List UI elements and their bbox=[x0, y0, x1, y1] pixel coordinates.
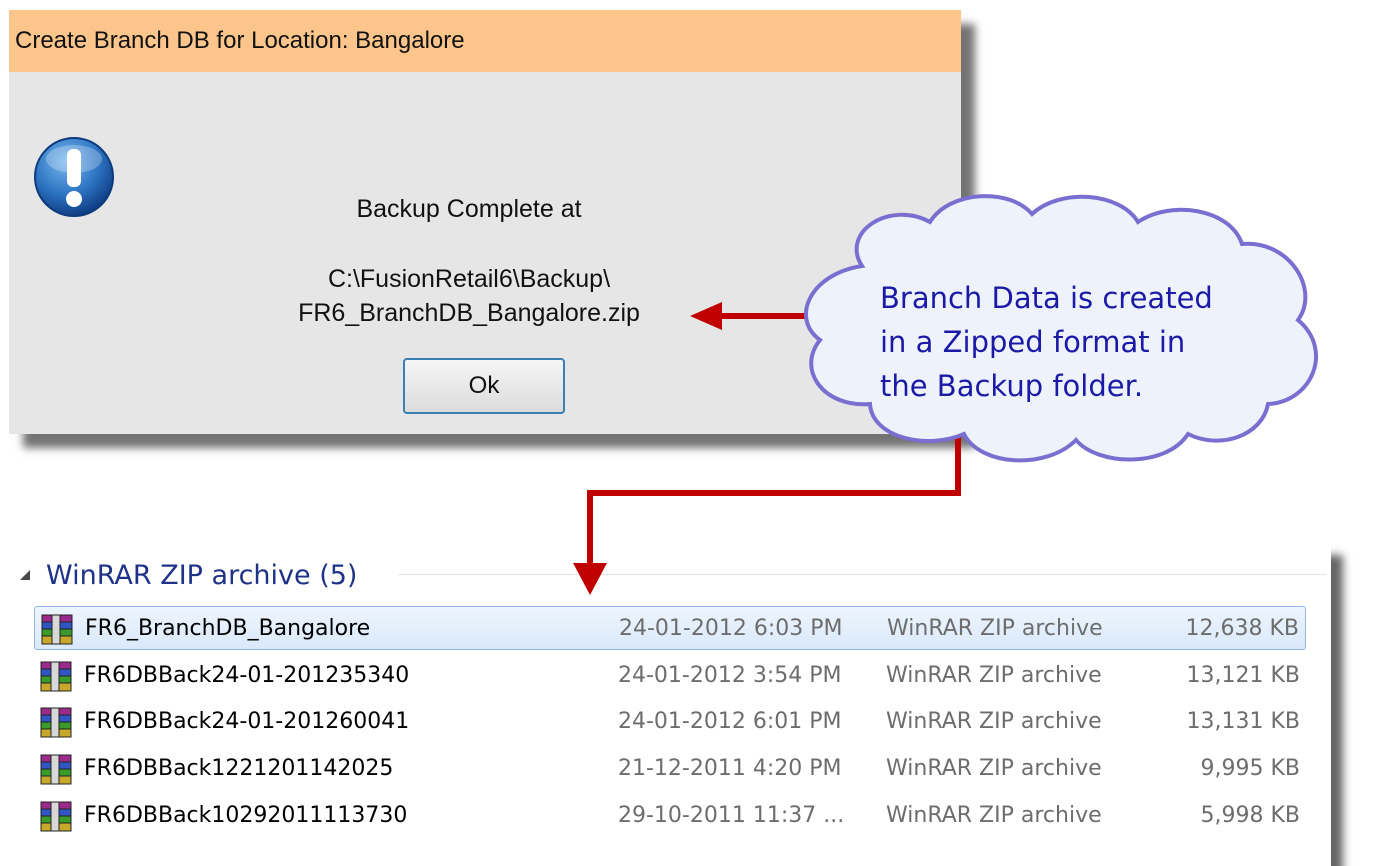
file-row[interactable]: FR6DBBack24-01-201235340 24-01-2012 3:54… bbox=[34, 654, 1306, 698]
file-type: WinRAR ZIP archive bbox=[886, 663, 1102, 688]
file-date: 29-10-2011 11:37 ... bbox=[618, 803, 845, 828]
file-size: 5,998 KB bbox=[1200, 803, 1301, 828]
callout-line: Branch Data is created bbox=[880, 281, 1213, 315]
file-row[interactable]: FR6DBBack10292011113730 29-10-2011 11:37… bbox=[34, 794, 1306, 838]
winrar-archive-icon bbox=[40, 801, 72, 832]
message-line-3: FR6_BranchDB_Bangalore.zip bbox=[298, 299, 640, 327]
collapse-triangle-icon[interactable] bbox=[18, 568, 32, 582]
callout-text: Branch Data is created in a Zipped forma… bbox=[880, 276, 1280, 408]
file-type: WinRAR ZIP archive bbox=[887, 616, 1103, 641]
winrar-archive-icon bbox=[40, 661, 72, 692]
file-date: 24-01-2012 3:54 PM bbox=[618, 663, 842, 688]
file-name: FR6DBBack24-01-201235340 bbox=[84, 663, 410, 688]
file-size: 13,131 KB bbox=[1186, 709, 1301, 734]
ok-button[interactable]: Ok bbox=[403, 358, 565, 414]
winrar-archive-icon bbox=[41, 614, 73, 645]
file-date: 21-12-2011 4:20 PM bbox=[618, 756, 842, 781]
file-date: 24-01-2012 6:03 PM bbox=[619, 616, 843, 641]
callout-line: in a Zipped format in bbox=[880, 325, 1186, 359]
file-row[interactable]: FR6_BranchDB_Bangalore 24-01-2012 6:03 P… bbox=[34, 606, 1306, 650]
group-divider bbox=[398, 574, 1326, 575]
winrar-archive-icon bbox=[40, 754, 72, 785]
winrar-archive-icon bbox=[40, 707, 72, 738]
file-type: WinRAR ZIP archive bbox=[886, 803, 1102, 828]
file-row[interactable]: FR6DBBack1221201142025 21-12-2011 4:20 P… bbox=[34, 747, 1306, 791]
dialog-title: Create Branch DB for Location: Bangalore bbox=[9, 10, 961, 72]
file-size: 9,995 KB bbox=[1200, 756, 1301, 781]
file-size: 12,638 KB bbox=[1185, 616, 1300, 641]
file-name: FR6DBBack10292011113730 bbox=[84, 803, 408, 828]
file-name: FR6DBBack24-01-201260041 bbox=[84, 709, 410, 734]
backup-dialog: Create Branch DB for Location: Bangalore… bbox=[9, 10, 961, 434]
file-name: FR6DBBack1221201142025 bbox=[84, 756, 394, 781]
info-exclamation-icon bbox=[34, 137, 114, 217]
message-line-2: C:\FusionRetail6\Backup\ bbox=[327, 265, 611, 293]
file-name: FR6_BranchDB_Bangalore bbox=[85, 616, 371, 641]
file-type: WinRAR ZIP archive bbox=[886, 756, 1102, 781]
file-row[interactable]: FR6DBBack24-01-201260041 24-01-2012 6:01… bbox=[34, 700, 1306, 744]
group-label: WinRAR ZIP archive (5) bbox=[46, 559, 358, 591]
message-line-1: Backup Complete at bbox=[356, 195, 582, 223]
file-date: 24-01-2012 6:01 PM bbox=[618, 709, 842, 734]
group-header[interactable]: WinRAR ZIP archive (5) bbox=[18, 553, 357, 597]
callout-line: the Backup folder. bbox=[880, 369, 1144, 403]
file-explorer-list: WinRAR ZIP archive (5) FR6_BranchDB_Bang… bbox=[0, 545, 1331, 866]
file-size: 13,121 KB bbox=[1186, 663, 1301, 688]
file-type: WinRAR ZIP archive bbox=[886, 709, 1102, 734]
